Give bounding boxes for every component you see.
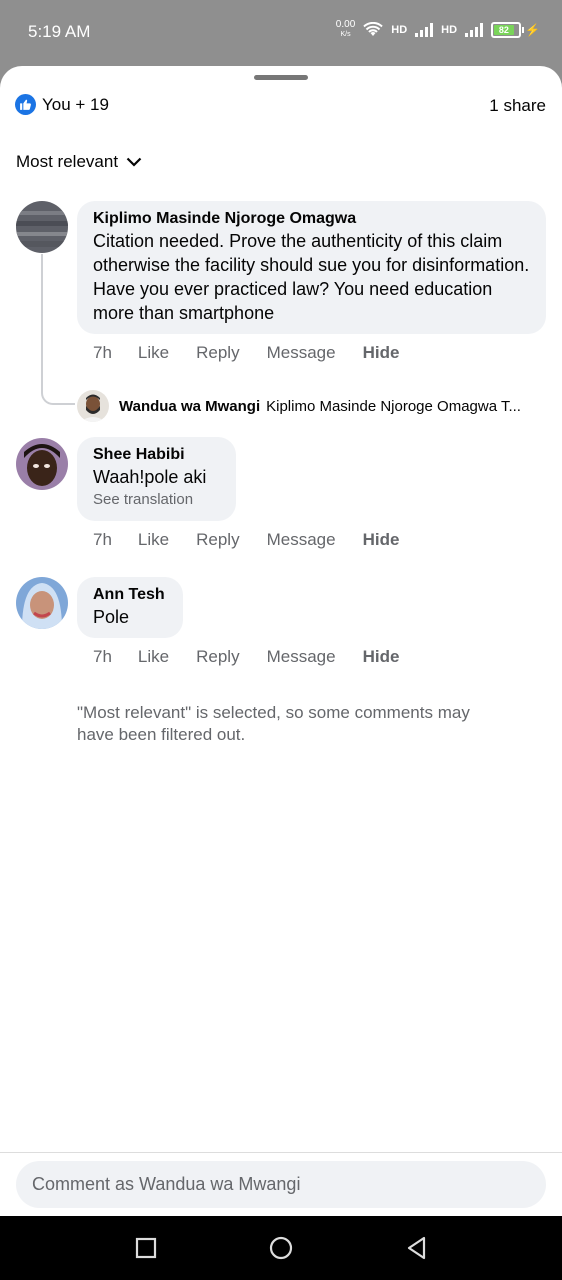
like-button[interactable]: Like bbox=[138, 530, 169, 550]
signal-icon bbox=[465, 23, 484, 37]
comment-time: 7h bbox=[93, 647, 112, 666]
battery-icon: 82 ⚡ bbox=[491, 22, 540, 38]
network-speed: 0.00 K/s bbox=[336, 20, 355, 40]
like-icon bbox=[15, 94, 36, 115]
comment-bubble[interactable]: Kiplimo Masinde Njoroge Omagwa Citation … bbox=[77, 201, 546, 334]
comment-actions: 7h Like Reply Message Hide bbox=[93, 530, 426, 550]
filter-note: "Most relevant" is selected, so some com… bbox=[77, 703, 470, 744]
comment-text: Citation needed. Prove the authenticity … bbox=[93, 231, 530, 323]
reply-button[interactable]: Reply bbox=[196, 647, 239, 667]
hide-button[interactable]: Hide bbox=[363, 647, 400, 667]
back-icon[interactable] bbox=[405, 1236, 429, 1260]
status-icons: 0.00 K/s HD HD 82 ⚡ bbox=[336, 20, 540, 40]
reply-button[interactable]: Reply bbox=[196, 530, 239, 550]
reactions-count: You + 19 bbox=[42, 94, 109, 114]
comment-author[interactable]: Ann Tesh bbox=[93, 585, 167, 605]
comment-author[interactable]: Shee Habibi bbox=[93, 445, 220, 465]
avatar[interactable] bbox=[16, 438, 68, 490]
status-time: 5:19 AM bbox=[28, 22, 91, 41]
home-icon[interactable] bbox=[269, 1236, 293, 1260]
drag-handle[interactable] bbox=[254, 75, 308, 80]
network-speed-unit: K/s bbox=[340, 31, 351, 38]
battery-level: 82 bbox=[494, 25, 514, 35]
sort-dropdown[interactable]: Most relevant bbox=[16, 152, 142, 172]
sim2-hd-label: HD bbox=[441, 24, 458, 36]
comment-actions: 7h Like Reply Message Hide bbox=[93, 647, 426, 667]
status-bar: 5:19 AM 0.00 K/s HD HD 82 ⚡ bbox=[0, 0, 562, 66]
hide-button[interactable]: Hide bbox=[363, 343, 400, 363]
comment-text: Pole bbox=[93, 607, 130, 627]
comment-actions: 7h Like Reply Message Hide bbox=[93, 343, 426, 363]
message-button[interactable]: Message bbox=[267, 647, 336, 667]
sort-label: Most relevant bbox=[16, 152, 119, 171]
comment-input[interactable]: Comment as Wandua wa Mwangi bbox=[16, 1161, 546, 1208]
comment-text: Waah!pole aki bbox=[93, 467, 207, 487]
avatar[interactable] bbox=[16, 577, 68, 629]
avatar[interactable] bbox=[16, 201, 68, 253]
chevron-down-icon bbox=[126, 157, 142, 167]
recents-icon[interactable] bbox=[134, 1236, 158, 1260]
reactions-summary[interactable]: You + 19 bbox=[15, 94, 109, 115]
shares-count[interactable]: 1 share bbox=[489, 96, 546, 116]
divider bbox=[0, 1152, 562, 1153]
avatar bbox=[77, 390, 109, 422]
network-speed-value: 0.00 bbox=[335, 19, 356, 30]
comments-sheet: You + 19 1 share Most relevant Kiplimo M… bbox=[0, 66, 562, 1216]
comment-input-placeholder: Comment as Wandua wa Mwangi bbox=[32, 1174, 301, 1194]
comment-time: 7h bbox=[93, 343, 112, 362]
comment-bubble[interactable]: Shee Habibi Waah!pole aki See translatio… bbox=[77, 437, 236, 521]
reply-thread-line bbox=[41, 254, 75, 405]
comment-time: 7h bbox=[93, 530, 112, 549]
reply-text: Kiplimo Masinde Njoroge Omagwa T... bbox=[266, 397, 521, 415]
message-button[interactable]: Message bbox=[267, 343, 336, 363]
reply-preview[interactable]: Wandua wa Mwangi Kiplimo Masinde Njoroge… bbox=[77, 390, 547, 422]
see-translation-link[interactable]: See translation bbox=[93, 489, 220, 511]
wifi-icon bbox=[363, 22, 383, 36]
hide-button[interactable]: Hide bbox=[363, 530, 400, 550]
charging-icon: ⚡ bbox=[525, 23, 540, 37]
reply-button[interactable]: Reply bbox=[196, 343, 239, 363]
like-button[interactable]: Like bbox=[138, 647, 169, 667]
system-nav-bar bbox=[0, 1216, 562, 1280]
signal-icon bbox=[415, 23, 434, 37]
comment-author[interactable]: Kiplimo Masinde Njoroge Omagwa bbox=[93, 209, 530, 229]
comment-bubble[interactable]: Ann Tesh Pole bbox=[77, 577, 183, 638]
message-button[interactable]: Message bbox=[267, 530, 336, 550]
reply-author: Wandua wa Mwangi bbox=[119, 397, 261, 415]
sim1-hd-label: HD bbox=[391, 24, 408, 36]
like-button[interactable]: Like bbox=[138, 343, 169, 363]
